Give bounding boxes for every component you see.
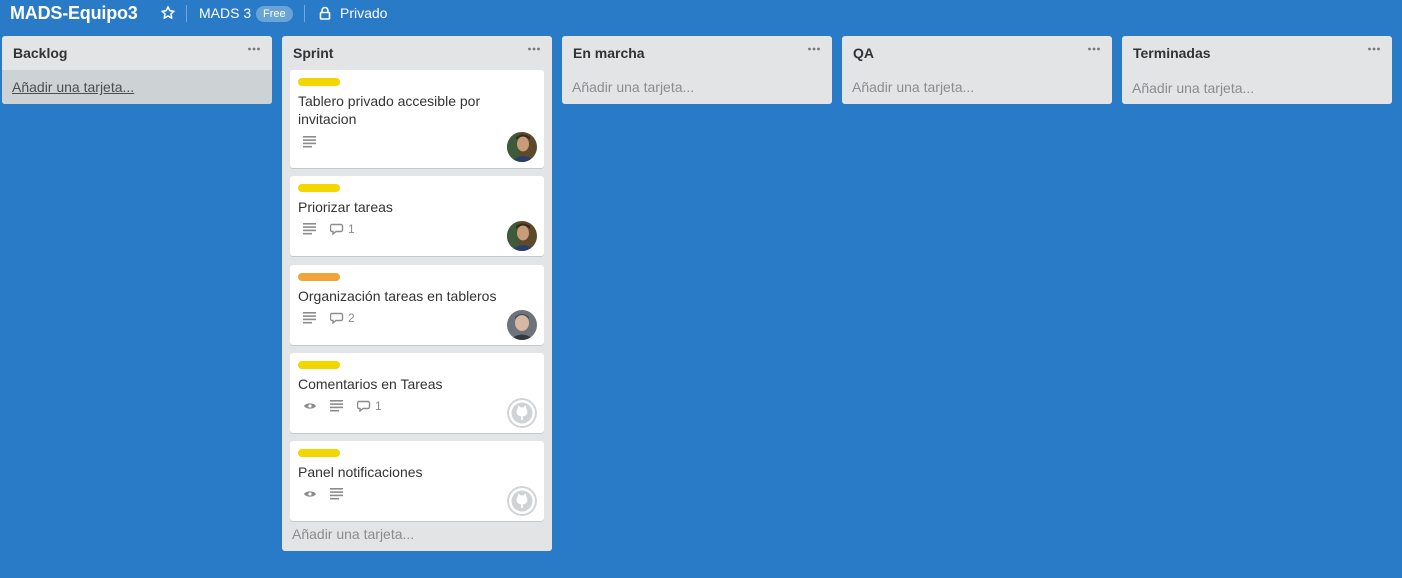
list-title: QA: [853, 45, 874, 61]
card-title: Organización tareas en tableros: [298, 288, 497, 304]
list-en-marcha: En marcha Añadir una tarjeta...: [562, 36, 832, 104]
card-title: Comentarios en Tareas: [298, 376, 443, 392]
list-title: Backlog: [13, 45, 68, 61]
list-title: En marcha: [573, 45, 645, 61]
list-title: Terminadas: [1133, 45, 1211, 61]
list-menu-icon[interactable]: [527, 46, 541, 52]
list-menu-icon[interactable]: [1087, 46, 1101, 52]
comment-icon: [330, 223, 344, 235]
description-icon: [330, 488, 344, 500]
list-menu-icon[interactable]: [247, 46, 261, 52]
member-avatar[interactable]: [507, 132, 537, 162]
member-avatar[interactable]: [507, 310, 537, 340]
card[interactable]: Comentarios en Tareas 1: [290, 353, 544, 433]
list-title: Sprint: [293, 45, 334, 61]
list-terminadas: Terminadas Añadir una tarjeta...: [1122, 36, 1392, 104]
description-icon: [303, 312, 317, 324]
board-title[interactable]: MADS-Equipo3: [10, 3, 138, 24]
add-card-label: Añadir una tarjeta...: [12, 79, 135, 95]
github-icon[interactable]: [507, 486, 537, 516]
comment-count: 1: [348, 222, 355, 236]
card-label-orange: [298, 273, 340, 281]
add-card-button[interactable]: Añadir una tarjeta...: [852, 79, 974, 95]
add-card-button[interactable]: Añadir una tarjeta...: [292, 526, 414, 542]
header-divider: [186, 5, 187, 22]
add-card-button[interactable]: Añadir una tarjeta...: [2, 70, 272, 104]
header-divider: [304, 5, 305, 22]
card-title: Priorizar tareas: [298, 199, 393, 215]
list-qa: QA Añadir una tarjeta...: [842, 36, 1112, 104]
list-menu-icon[interactable]: [1367, 46, 1381, 52]
card[interactable]: Panel notificaciones: [290, 441, 544, 521]
card[interactable]: Organización tareas en tableros 2: [290, 265, 544, 345]
list-backlog: Backlog Añadir una tarjeta...: [2, 36, 272, 104]
description-icon: [303, 136, 317, 148]
list-menu-icon[interactable]: [807, 46, 821, 52]
watch-icon: [303, 400, 317, 412]
visibility-label[interactable]: Privado: [340, 5, 387, 21]
card[interactable]: Priorizar tareas 1: [290, 176, 544, 256]
add-card-button[interactable]: Añadir una tarjeta...: [572, 79, 694, 95]
member-avatar[interactable]: [507, 221, 537, 251]
comment-icon: [330, 312, 344, 324]
team-name[interactable]: MADS 3: [199, 5, 251, 21]
description-icon: [303, 223, 317, 235]
add-card-button[interactable]: Añadir una tarjeta...: [1132, 80, 1254, 96]
card[interactable]: Tablero privado accesible por invitacion: [290, 70, 544, 168]
star-icon[interactable]: [160, 5, 176, 21]
comment-count: 2: [348, 311, 355, 325]
lock-icon: [319, 6, 331, 20]
plan-badge: Free: [256, 6, 293, 22]
watch-icon: [303, 488, 317, 500]
card-label-yellow: [298, 449, 340, 457]
description-icon: [330, 400, 344, 412]
card-label-yellow: [298, 78, 340, 86]
list-sprint: Sprint Tablero privado accesible por inv…: [282, 36, 552, 551]
comment-icon: [357, 400, 371, 412]
board-header: MADS-Equipo3 MADS 3 Free Privado: [0, 0, 1402, 28]
card-title: Tablero privado accesible por invitacion: [298, 93, 481, 127]
card-title: Panel notificaciones: [298, 464, 423, 480]
card-label-yellow: [298, 184, 340, 192]
card-label-yellow: [298, 361, 340, 369]
github-icon[interactable]: [507, 398, 537, 428]
comment-count: 1: [375, 399, 382, 413]
